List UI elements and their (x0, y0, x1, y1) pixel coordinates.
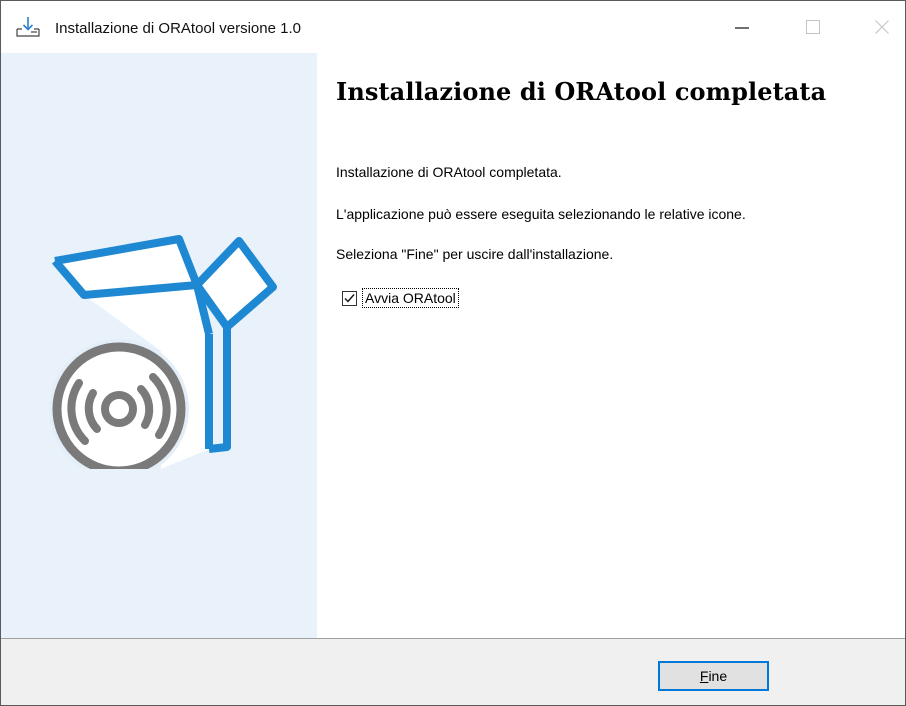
close-button[interactable] (853, 1, 906, 53)
maximize-icon (806, 20, 820, 34)
checkmark-icon (344, 293, 355, 303)
window-title: Installazione di ORAtool versione 1.0 (55, 20, 301, 37)
title-bar[interactable]: Installazione di ORAtool versione 1.0 (1, 1, 905, 53)
wizard-side-panel (1, 53, 317, 638)
finish-button-label: ine (708, 668, 728, 684)
minimize-button[interactable] (713, 1, 771, 53)
wizard-footer: Fine (1, 639, 905, 705)
installer-download-icon (15, 15, 41, 39)
exit-instruction-message: Seleziona "Fine" per uscire dall'install… (336, 246, 614, 262)
maximize-button[interactable] (784, 1, 842, 53)
minimize-icon (735, 27, 749, 29)
finish-button-mnemonic: F (699, 668, 709, 684)
launch-app-option[interactable]: Avvia ORAtool (342, 288, 459, 308)
launch-info-message: L'applicazione può essere eseguita selez… (336, 206, 746, 222)
launch-app-checkbox[interactable] (342, 290, 357, 306)
page-title: Installazione di ORAtool completata (336, 77, 827, 106)
installer-window: Installazione di ORAtool versione 1.0 In… (0, 0, 906, 706)
finish-button[interactable]: Fine (658, 661, 769, 691)
launch-app-label[interactable]: Avvia ORAtool (362, 288, 459, 308)
close-icon (875, 20, 889, 34)
software-box-illustration (49, 235, 277, 469)
completion-message: Installazione di ORAtool completata. (336, 164, 562, 180)
